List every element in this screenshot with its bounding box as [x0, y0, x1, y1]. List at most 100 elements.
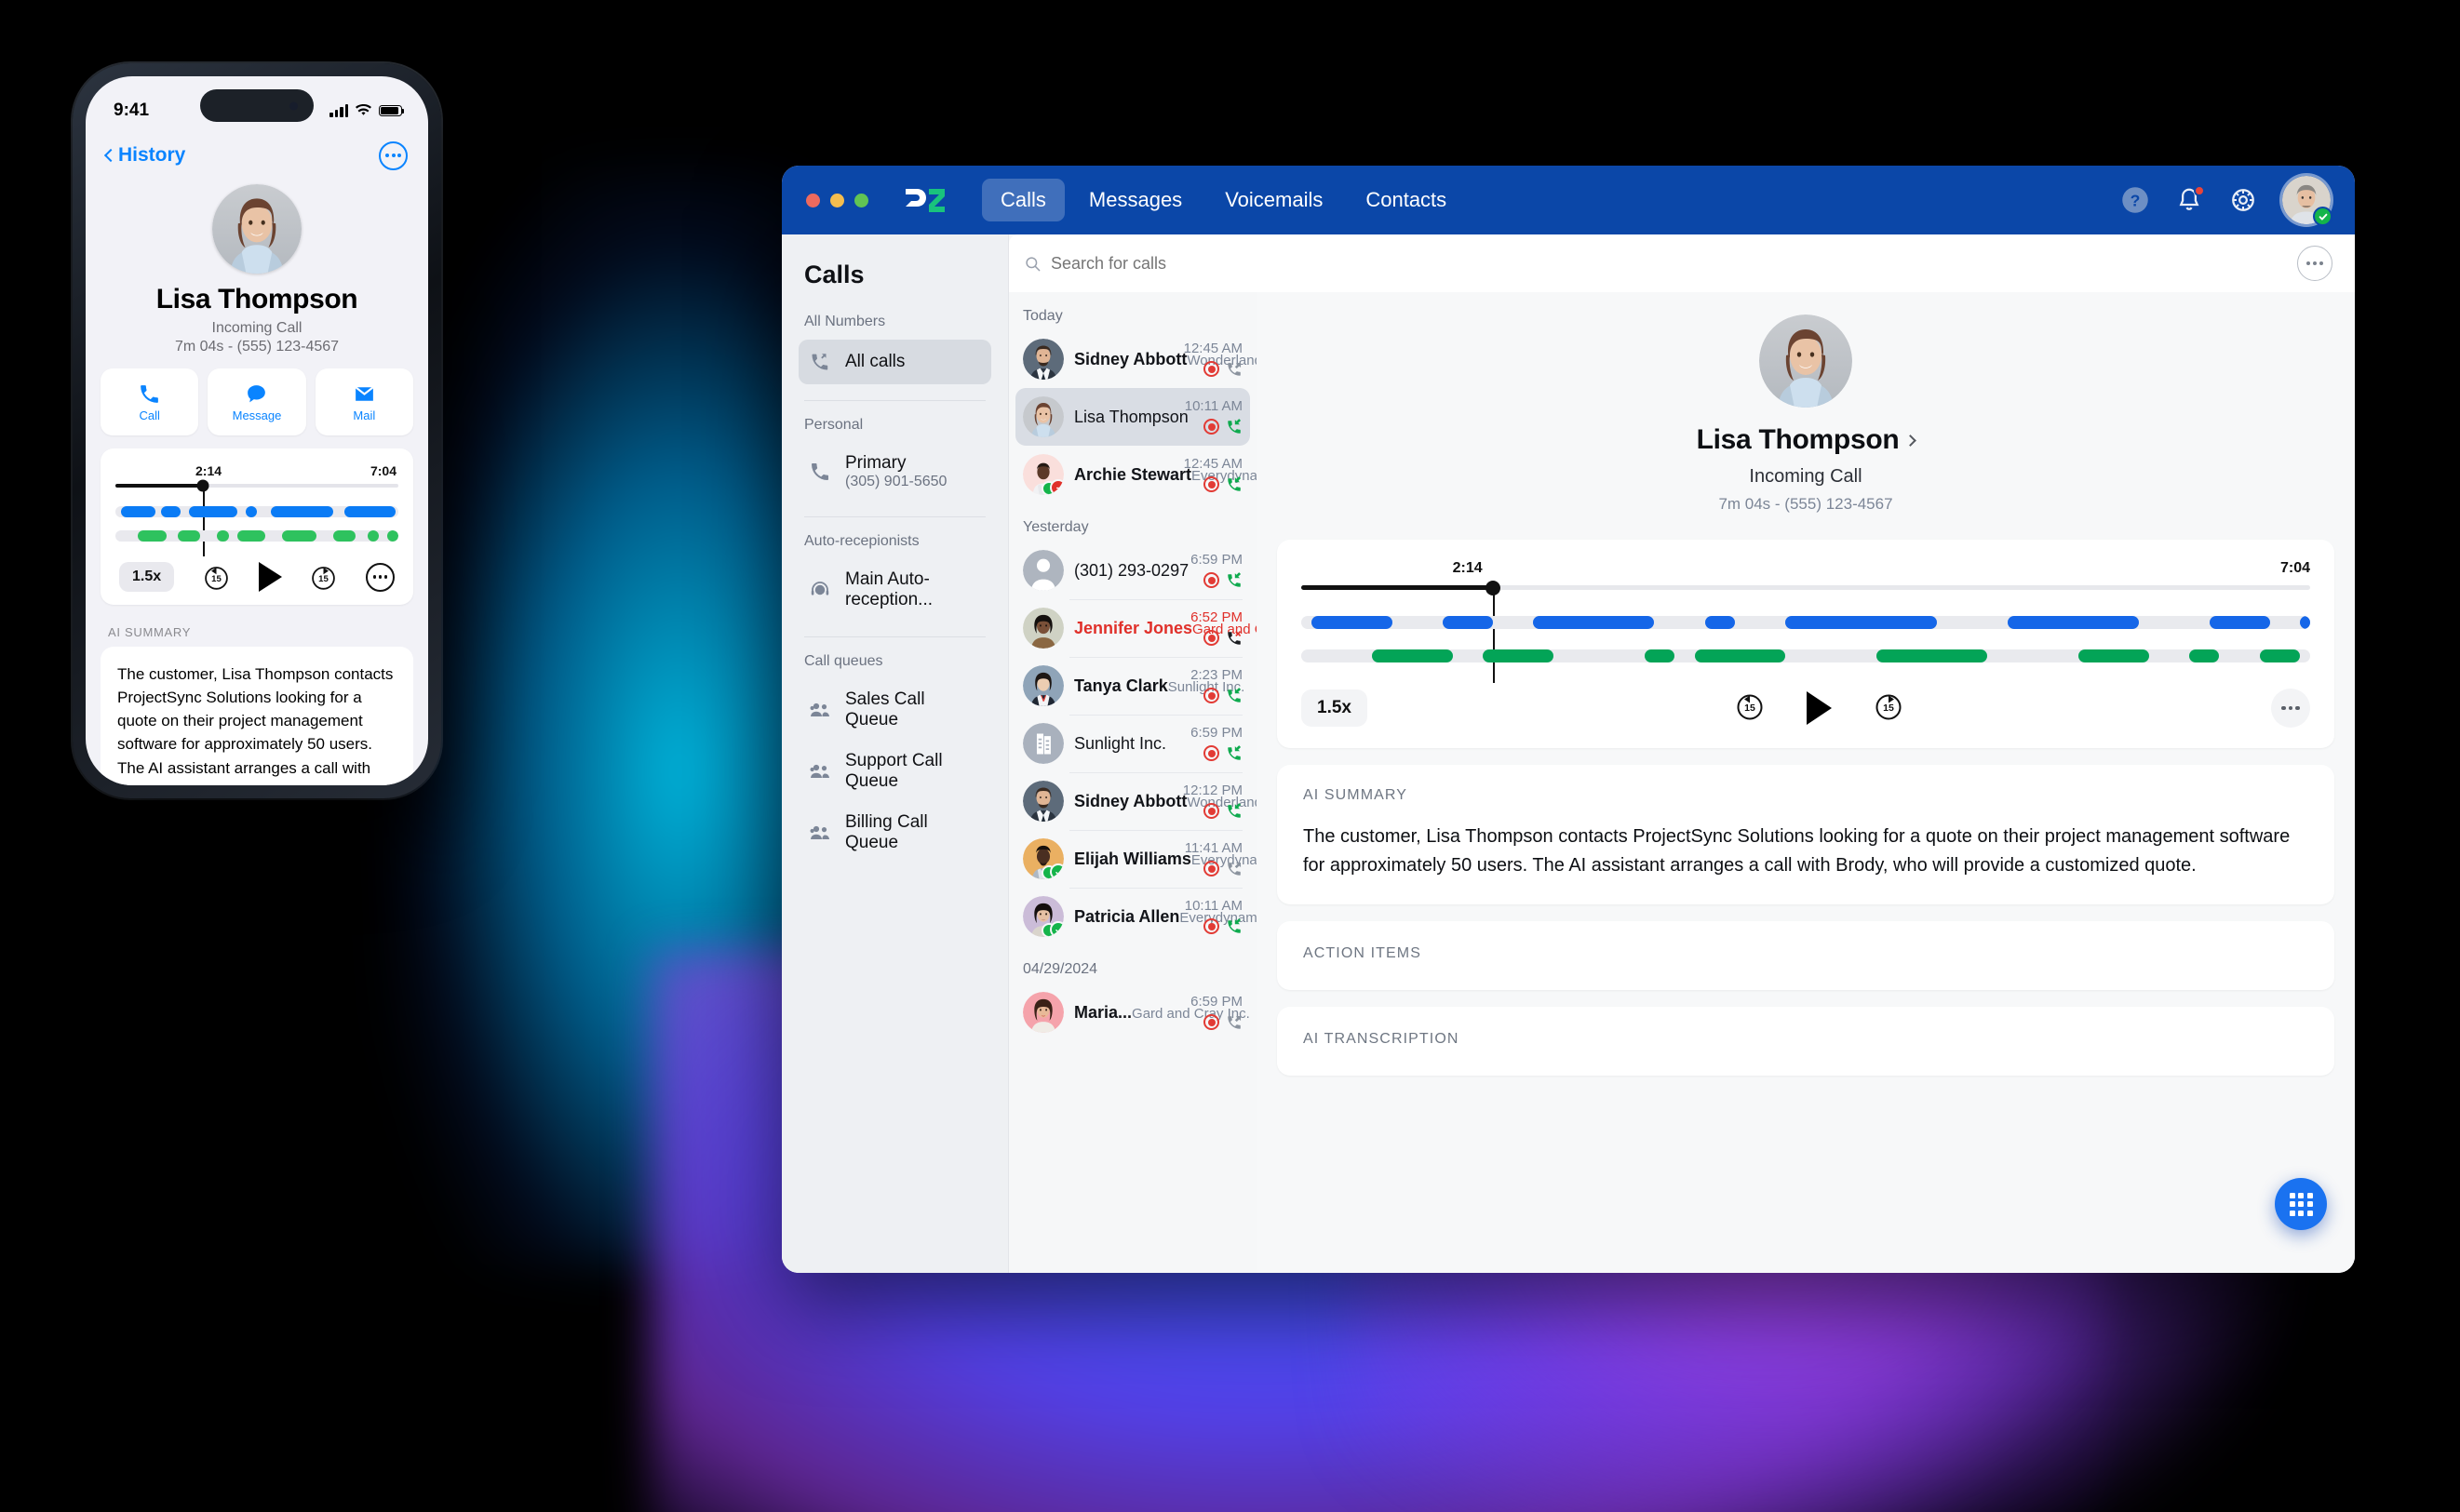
ai-transcription-header: AI TRANSCRIPTION [1303, 1031, 1459, 1047]
call-list-column: Today Sidney AbbottWonderland Inc.12:45 A… [1008, 234, 1337, 1273]
detail-player-more-button[interactable] [2271, 689, 2310, 728]
call-list-row[interactable]: Patricia AllenEverydynamics Inc.10:11 AM [1015, 888, 1257, 945]
dialpad-fab-button[interactable] [2275, 1178, 2327, 1230]
outgoing-call-icon [1228, 1015, 1242, 1029]
call-list-row[interactable]: Lisa Thompson 10:11 AM [1015, 388, 1250, 446]
incoming-call-icon [1228, 803, 1242, 818]
phone-play-button[interactable] [258, 562, 282, 592]
phone-waveform-agent [115, 506, 398, 517]
notifications-button[interactable] [2174, 185, 2205, 215]
detail-total-time: 7:04 [2279, 560, 2310, 576]
sidebar-item-main-auto-receptionist[interactable]: Main Auto-reception... [799, 559, 991, 621]
incoming-call-icon [1228, 419, 1242, 434]
tab-messages[interactable]: Messages [1070, 179, 1201, 221]
avatar [1023, 723, 1064, 764]
detail-more-options-button[interactable] [2297, 246, 2332, 281]
sidebar-item-sales-call-queue-label: Sales Call Queue [845, 689, 925, 729]
call-list-row[interactable]: Sidney AbbottWonderland Inc.12:12 PM [1015, 772, 1257, 830]
detail-skip-forward-15-button[interactable]: 15 [1873, 690, 1904, 727]
call-detail-panel: Lisa Thompson Incoming Call 7m 04s - (55… [1257, 234, 2355, 1273]
ai-summary-text: The customer, Lisa Thompson contacts Pro… [1303, 826, 2291, 876]
call-row-name: Tanya Clark [1074, 676, 1168, 695]
back-to-history-button[interactable]: History [103, 144, 185, 167]
sidebar-item-support-call-queue[interactable]: Support Call Queue [799, 741, 991, 802]
search-input[interactable] [1051, 253, 1267, 274]
call-row-name: Sidney Abbott [1074, 349, 1188, 368]
call-list-row[interactable]: Tanya ClarkSunlight Inc. 2:23 PM [1015, 657, 1250, 715]
people-icon [808, 698, 832, 722]
detail-skip-back-15-button[interactable]: 15 [1734, 690, 1766, 727]
message-button-label: Message [232, 408, 282, 422]
detail-progress-slider[interactable] [1301, 580, 2310, 683]
phone-contact-name: Lisa Thompson [155, 284, 358, 314]
sidebar-group-personal: Personal [804, 417, 864, 433]
call-row-time: 6:59 PM [1190, 552, 1243, 568]
phone-ai-summary-header: AI SUMMARY [108, 625, 192, 639]
help-button[interactable]: ? [2120, 185, 2150, 215]
call-button-label: Call [139, 408, 160, 422]
battery-icon [379, 104, 405, 117]
call-list-row[interactable]: Sunlight Inc. 6:59 PM [1015, 715, 1250, 772]
call-list-day-label: Yesterday [1023, 519, 1089, 535]
cellular-signal-icon [329, 103, 348, 117]
call-list-row[interactable]: Archie StewartEverydynamics Inc.12:45 AM [1015, 446, 1257, 503]
svg-text:15: 15 [1744, 702, 1755, 714]
ai-summary-card: AI SUMMARY The customer, Lisa Thompson c… [1277, 765, 2334, 904]
window-controls [806, 193, 868, 207]
sidebar-item-primary[interactable]: Primary (305) 901-5650 [799, 443, 991, 501]
svg-text:?: ? [2131, 191, 2141, 209]
phone-action-buttons: Call Message Mail [86, 355, 428, 435]
call-list-row[interactable]: (301) 293-0297 6:59 PM [1015, 542, 1250, 599]
sidebar-item-main-auto-receptionist-label: Main Auto-reception... [845, 569, 933, 609]
call-list[interactable]: Today Sidney AbbottWonderland Inc.12:45 A… [1009, 292, 1257, 1273]
call-button[interactable]: Call [101, 368, 199, 435]
phone-calls-icon [808, 350, 832, 374]
call-row-name: Jennifer Jones [1074, 618, 1193, 637]
user-avatar-button[interactable] [2282, 176, 2332, 226]
phone-player-more-button[interactable] [365, 562, 395, 592]
tab-calls[interactable]: Calls [982, 179, 1065, 221]
call-list-row[interactable]: Elijah WilliamsEverydynamics Inc.11:41 A… [1015, 830, 1257, 888]
detail-play-button[interactable] [1806, 691, 1832, 725]
avatar [1023, 608, 1064, 649]
desktop-app-window: Calls Messages Voicemails Contacts ? Cal… [782, 166, 2355, 1273]
ai-transcription-card[interactable]: AI TRANSCRIPTION [1277, 1007, 2334, 1076]
detail-waveform-agent [1301, 616, 2310, 629]
recording-icon [1203, 361, 1219, 377]
app-body: Calls All Numbers All calls Personal Pri… [782, 234, 2355, 1273]
phone-playback-speed-button[interactable]: 1.5x [119, 562, 175, 592]
sidebar-item-all-calls[interactable]: All calls [799, 340, 991, 384]
detail-scroll-area: Lisa Thompson Incoming Call 7m 04s - (55… [1257, 292, 2355, 1273]
call-list-row[interactable]: Maria...Gard and Cray Inc. 6:59 PM [1015, 983, 1250, 1041]
call-list-row[interactable]: Jennifer JonesGard and Cray Inc.6:52 PM [1015, 599, 1257, 657]
sidebar-item-all-calls-label: All calls [845, 352, 906, 371]
phone-progress-slider[interactable] [115, 479, 398, 556]
sidebar-group-call-queues: Call queues [804, 653, 883, 669]
phone-mockup: 9:41 History Lisa Thompson Incoming Call… [73, 63, 441, 798]
minimize-window-button[interactable] [830, 193, 844, 207]
call-row-time: 11:41 AM [1184, 840, 1243, 856]
recording-icon [1203, 803, 1219, 819]
settings-button[interactable] [2228, 185, 2258, 215]
call-list-row[interactable]: Sidney AbbottWonderland Inc.12:45 AM [1015, 330, 1257, 388]
phone-more-options-button[interactable] [379, 140, 408, 170]
detail-playback-speed-button[interactable]: 1.5x [1301, 689, 1367, 727]
avatar [1023, 992, 1064, 1033]
close-window-button[interactable] [806, 193, 820, 207]
recording-icon [1203, 918, 1219, 934]
tab-voicemails[interactable]: Voicemails [1206, 179, 1341, 221]
phone-skip-back-15-button[interactable]: 15 [202, 563, 231, 592]
mail-button[interactable]: Mail [315, 368, 413, 435]
sidebar-item-sales-call-queue[interactable]: Sales Call Queue [799, 679, 991, 741]
action-items-card[interactable]: ACTION ITEMS [1277, 921, 2334, 990]
tab-contacts[interactable]: Contacts [1347, 179, 1465, 221]
sidebar-item-billing-call-queue[interactable]: Billing Call Queue [799, 802, 991, 863]
dialpad-logo-icon [904, 186, 947, 214]
search-icon [1026, 256, 1041, 271]
svg-text:15: 15 [211, 574, 222, 584]
maximize-window-button[interactable] [854, 193, 868, 207]
message-button[interactable]: Message [208, 368, 306, 435]
detail-contact-name-link[interactable]: Lisa Thompson [1277, 424, 2334, 456]
outgoing-call-icon [1228, 362, 1242, 376]
phone-skip-forward-15-button[interactable]: 15 [309, 563, 338, 592]
